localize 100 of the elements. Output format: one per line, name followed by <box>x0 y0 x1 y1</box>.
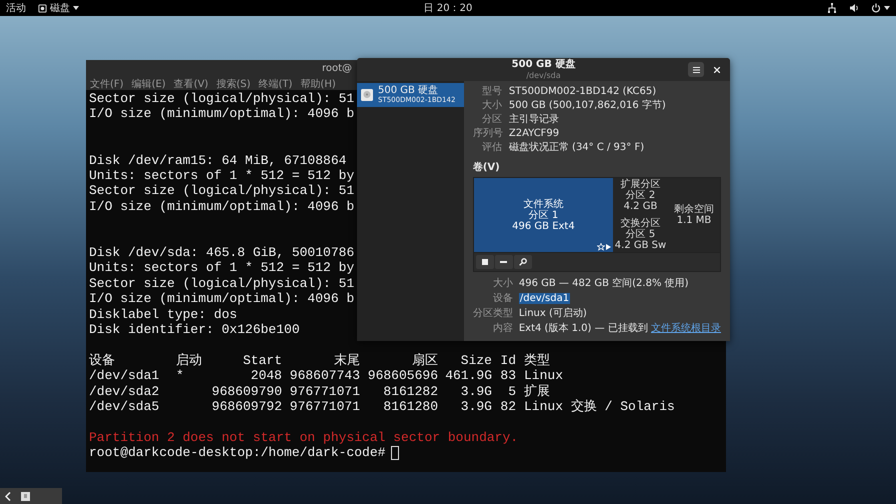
menu-item[interactable]: 帮助(H) <box>300 76 336 90</box>
delete-button[interactable] <box>494 255 513 269</box>
minus-icon <box>500 261 508 263</box>
property-value: ST500DM002-1BD142 (KC65) <box>508 85 658 98</box>
disk-icon <box>38 4 47 12</box>
detail-value: Linux (可启动) <box>518 308 587 319</box>
terminal-line: I/O size (minimum/optimal): 4096 b <box>89 106 354 122</box>
terminal-line: Units: sectors of 1 * 512 = 512 by <box>89 168 354 184</box>
table-cell-text: 968605696 <box>366 368 438 384</box>
window-title: 500 GB 硬盘 <box>512 58 576 70</box>
caret-icon[interactable] <box>884 6 890 10</box>
table-cell-text: 83 <box>499 368 516 384</box>
caret-icon <box>73 6 79 10</box>
star-icon <box>597 243 605 251</box>
menu-item[interactable]: 文件(F) <box>90 76 124 90</box>
shell-prompt: root@darkcode-desktop:/home/dark-code# <box>89 445 386 461</box>
partition-label: 4.2 GB <box>624 201 658 212</box>
warning-line: Partition 2 does not start on physical sector boundary. <box>89 430 520 446</box>
column-header: 末尾 <box>333 352 360 368</box>
table-cell-text: 3.9G <box>460 399 492 414</box>
menu-item[interactable]: 编辑(E) <box>132 76 166 90</box>
column-header: 扇区 <box>411 352 438 368</box>
table-cell-text: 扩展 <box>523 384 551 400</box>
terminal-line: Disk /dev/sda: 465.8 GiB, 50010786 <box>89 245 354 260</box>
column-header: Id <box>499 352 516 368</box>
partition-label: 分区 5 <box>626 229 656 240</box>
column-header: Start <box>242 352 282 368</box>
table-cell-text: 976771071 <box>288 399 360 414</box>
table-cell-text: /dev/sda5 <box>89 399 160 414</box>
menu-icon <box>692 66 700 72</box>
partition-label: 4.2 GB Sw <box>614 240 666 251</box>
settings-button[interactable] <box>514 255 532 269</box>
window-title: root@ <box>322 63 352 74</box>
partition-label: 交换分区 <box>620 218 660 229</box>
detail-value: 496 GB — 482 GB 空间(2.8% 使用) <box>518 278 689 289</box>
chevron-left-icon[interactable] <box>5 492 11 500</box>
table-cell-text: /dev/sda1 <box>89 368 160 384</box>
menu-item[interactable]: 搜索(S) <box>216 76 250 90</box>
property-value: 磁盘状况正常 (34° C / 93° F) <box>508 141 646 154</box>
partition-label: 1.1 MB <box>676 215 712 226</box>
power-icon[interactable] <box>871 3 881 13</box>
property-label: 评估 <box>480 141 502 154</box>
terminal-line: Sector size (logical/physical): 51 <box>89 91 354 106</box>
property-value: 500 GB (500,107,862,016 字节) <box>508 99 667 112</box>
partition-label: 剩余空间 <box>674 204 714 215</box>
clock[interactable]: 日 20：20 <box>424 1 472 15</box>
column-header: 设备 <box>89 352 116 368</box>
window-subtitle: /dev/sda <box>526 70 561 80</box>
menu-item[interactable]: 查看(V) <box>174 76 208 90</box>
detail-value: /dev/sda1 <box>518 293 570 304</box>
terminal-line: I/O size (minimum/optimal): 4096 b <box>89 291 354 307</box>
detail-value: Ext4 (版本 1.0) — 已挂载到 <box>518 323 648 334</box>
table-cell-text: 968607743 <box>288 368 360 384</box>
property-label: 分区 <box>480 113 502 126</box>
property-label: 序列号 <box>472 127 502 140</box>
partition-block[interactable]: 交换分区 分区 5 4.2 GB Sw <box>614 218 666 251</box>
volume-icon[interactable] <box>849 3 859 13</box>
window-icon[interactable] <box>21 492 30 500</box>
column-header: 类型 <box>523 352 551 368</box>
activities-button[interactable]: 活动 <box>6 1 26 15</box>
stop-button[interactable] <box>476 255 494 269</box>
column-header: Size <box>460 352 492 368</box>
section-heading: 卷(V) <box>472 160 501 174</box>
table-cell-text: 3.9G <box>460 384 492 400</box>
play-icon <box>606 243 611 251</box>
close-icon <box>714 66 720 72</box>
table-cell-text: /dev/sda2 <box>89 384 160 400</box>
partition-label: 扩展分区 <box>620 179 660 190</box>
property-value: Z2AYCF99 <box>508 127 560 140</box>
partition-label: 文件系统 <box>523 198 564 210</box>
partition-label: 分区 2 <box>626 190 656 201</box>
network-icon[interactable] <box>827 3 837 13</box>
cursor <box>391 446 400 460</box>
menu-item[interactable]: 终端(T) <box>258 76 292 90</box>
property-value: 主引导记录 <box>508 113 560 126</box>
stop-icon <box>482 259 488 265</box>
terminal-line: Units: sectors of 1 * 512 = 512 by <box>89 260 354 276</box>
terminal-line: Disk identifier: 0x126be100 <box>89 322 300 338</box>
table-cell-text: 2048 <box>250 368 282 384</box>
partition-label: 496 GB Ext4 <box>512 220 575 232</box>
table-cell-text: Linux <box>523 368 564 384</box>
terminal-line: Disklabel type: dos <box>89 306 238 322</box>
terminal-line: Disk /dev/ram15: 64 MiB, 67108864 <box>89 152 346 168</box>
table-cell-text: 968609790 <box>210 384 282 400</box>
detail-label: 内容 <box>492 322 513 335</box>
menu-button[interactable] <box>688 62 704 77</box>
table-cell-text: 82 <box>499 399 516 414</box>
table-cell-text: 976771071 <box>288 384 360 400</box>
partition-label: 分区 1 <box>528 210 558 220</box>
table-cell-text: 8161282 <box>382 384 438 400</box>
detail-label: 大小 <box>492 277 513 290</box>
mount-link[interactable]: 文件系统根目录 <box>651 323 721 334</box>
table-cell-text: 5 <box>507 384 516 400</box>
terminal-line: I/O size (minimum/optimal): 4096 b <box>89 198 354 214</box>
table-cell-text: 8161280 <box>382 399 438 414</box>
app-menu[interactable]: 磁盘 <box>38 1 79 15</box>
detail-label: 分区类型 <box>472 307 513 320</box>
disk-name: 500 GB 硬盘 <box>378 85 440 96</box>
table-cell-text: 461.9G <box>444 368 492 384</box>
partition-block[interactable]: 文件系统 分区 1 496 GB Ext4 <box>474 178 613 252</box>
